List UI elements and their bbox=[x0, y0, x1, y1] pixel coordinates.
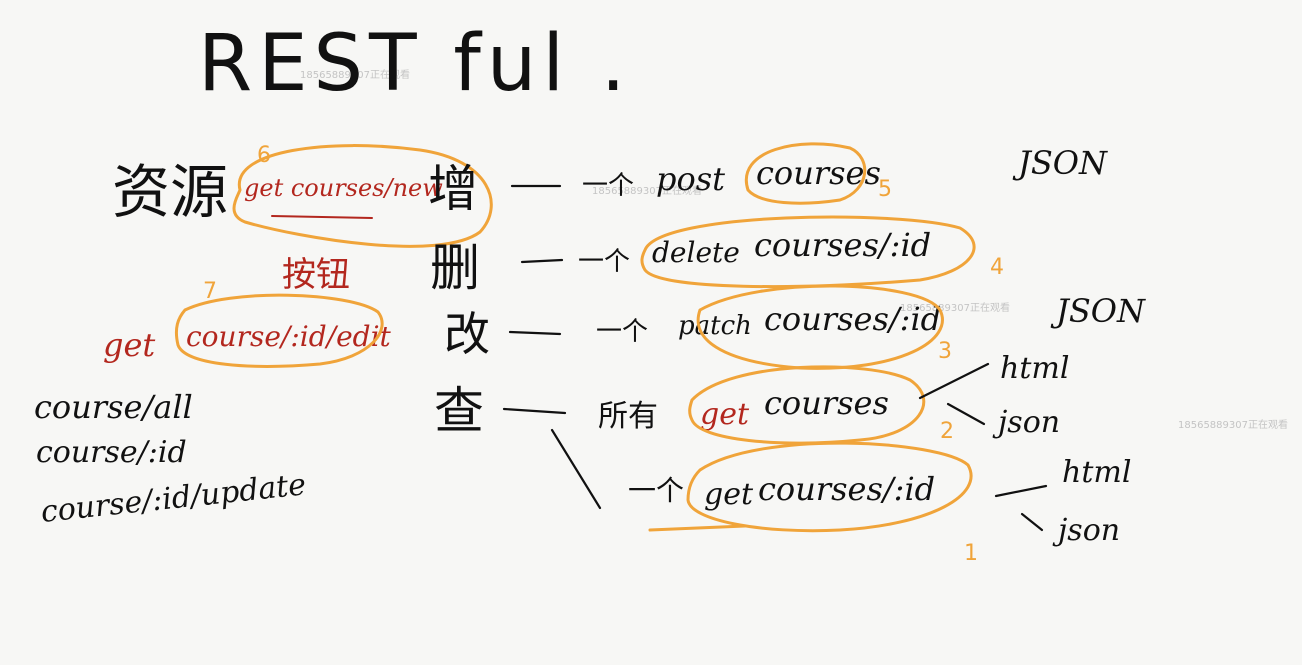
op-number: 4 bbox=[990, 255, 1004, 280]
button-label: 按钮 bbox=[282, 255, 350, 295]
format-json: json bbox=[1052, 513, 1120, 548]
op-path: courses/:id bbox=[758, 470, 935, 508]
example-route: course/:id/update bbox=[39, 467, 307, 530]
branch-line bbox=[994, 484, 1048, 498]
format-json: json bbox=[992, 405, 1060, 440]
example-route: course/:id bbox=[36, 435, 187, 470]
op-delete-label: 删 bbox=[430, 239, 480, 297]
branch-line bbox=[918, 362, 990, 400]
op-method: delete bbox=[652, 236, 740, 269]
op-dash: 一个 bbox=[596, 317, 648, 347]
op-underline bbox=[648, 524, 747, 532]
op-path: courses/:id bbox=[754, 226, 931, 264]
op-number: 3 bbox=[938, 339, 952, 364]
op-number: 1 bbox=[964, 541, 978, 566]
op-path: courses/:id bbox=[764, 300, 941, 338]
watermark: 18565889307正在观看 bbox=[1178, 418, 1288, 431]
connector-line bbox=[502, 407, 567, 415]
op-dash: 一个 bbox=[628, 474, 684, 507]
op-method: patch bbox=[678, 311, 752, 341]
op-dash: 一个 bbox=[578, 247, 630, 277]
op-method: get bbox=[700, 397, 750, 432]
example-route: course/all bbox=[34, 388, 193, 426]
op-update-label: 改 bbox=[444, 307, 490, 361]
new-route: get courses/new bbox=[244, 174, 443, 202]
connector-line bbox=[520, 258, 564, 264]
op-method: get bbox=[704, 477, 754, 512]
op-number: 2 bbox=[940, 419, 954, 444]
format-json: JSON bbox=[1050, 292, 1146, 330]
edit-path: course/:id/edit bbox=[186, 320, 392, 353]
whiteboard: 18565889307正在观看 18565889307正在观看 18565889… bbox=[34, 19, 1288, 566]
op-number: 5 bbox=[878, 177, 892, 202]
op-path: courses bbox=[764, 384, 889, 422]
op-read-label: 查 bbox=[434, 382, 484, 440]
op-dash: 一个 bbox=[582, 171, 634, 201]
new-route-underline bbox=[271, 215, 373, 219]
branch-line bbox=[1020, 512, 1044, 532]
edit-method: get bbox=[103, 326, 155, 364]
format-html: html bbox=[1000, 351, 1069, 386]
op-create-label: 增 bbox=[428, 160, 478, 218]
op-dash: 所有 bbox=[598, 399, 658, 434]
resource-label: 资源 bbox=[112, 158, 228, 226]
marker-number: 6 bbox=[257, 143, 271, 168]
op-method: post bbox=[656, 160, 725, 198]
connector-line bbox=[508, 330, 562, 336]
connector-line bbox=[550, 428, 602, 510]
format-html: html bbox=[1062, 455, 1131, 490]
format-json: JSON bbox=[1012, 144, 1108, 182]
page-title: REST ful . bbox=[198, 19, 632, 109]
